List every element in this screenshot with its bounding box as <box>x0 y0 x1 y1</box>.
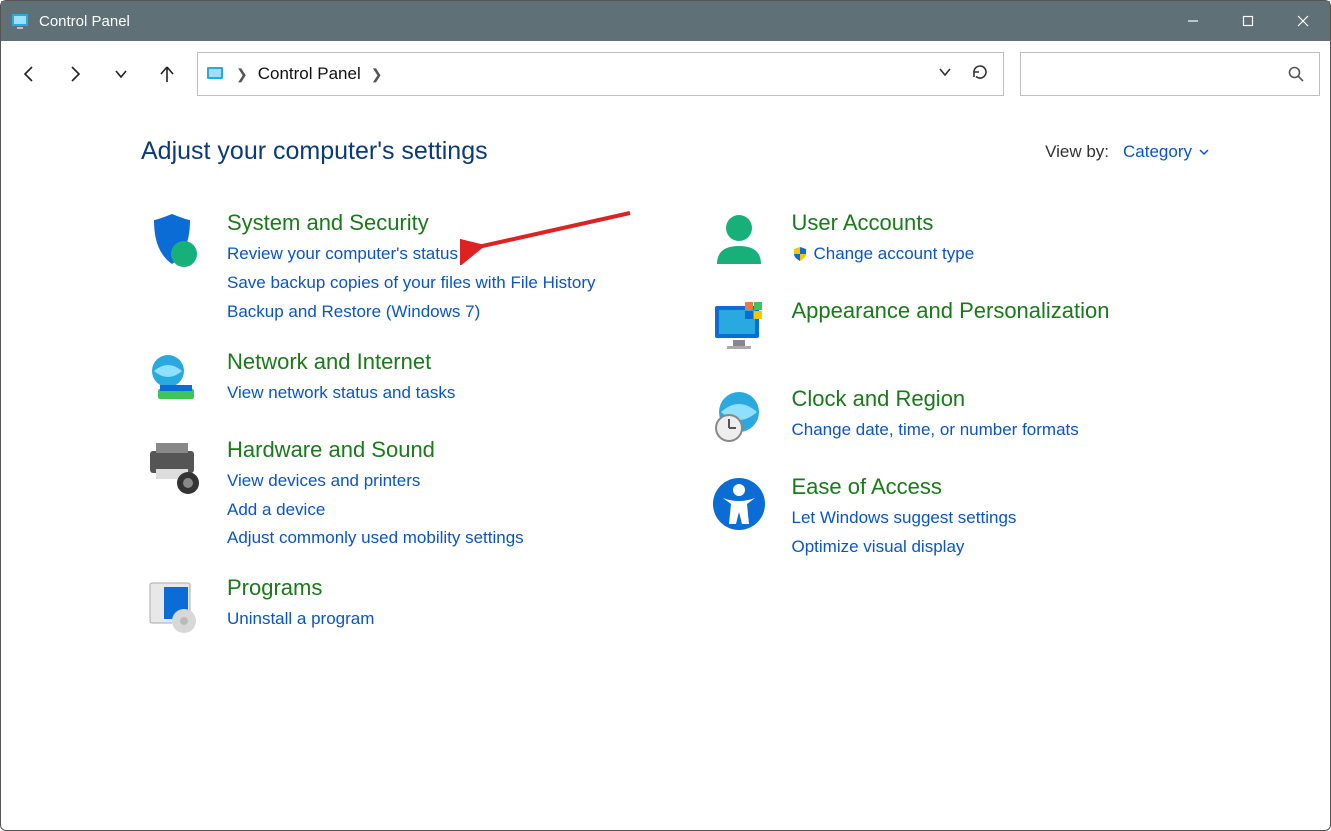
breadcrumb-root[interactable]: Control Panel <box>256 64 363 84</box>
window-controls <box>1165 1 1330 41</box>
category-title[interactable]: Programs <box>227 575 374 601</box>
globe-clock-icon <box>706 386 772 452</box>
content-area: Adjust your computer's settings View by:… <box>1 107 1330 663</box>
maximize-button[interactable] <box>1220 1 1275 41</box>
accessibility-icon <box>706 474 772 540</box>
shield-icon <box>141 210 207 276</box>
category-link[interactable]: Let Windows suggest settings <box>792 504 1017 533</box>
monitor-icon <box>706 298 772 364</box>
category-title[interactable]: System and Security <box>227 210 596 236</box>
category-link[interactable]: View network status and tasks <box>227 379 455 408</box>
control-panel-icon <box>11 12 29 30</box>
view-by-label: View by: <box>1045 142 1109 162</box>
printer-camera-icon <box>141 437 207 503</box>
category-link[interactable]: Review your computer's status <box>227 240 596 269</box>
search-box[interactable] <box>1020 52 1320 96</box>
left-column: System and Security Review your computer… <box>141 210 646 663</box>
window-title: Control Panel <box>39 13 130 30</box>
right-column: User Accounts Change account type <box>706 210 1211 663</box>
category-user-accounts: User Accounts Change account type <box>706 210 1211 276</box>
category-ease-of-access: Ease of Access Let Windows suggest setti… <box>706 474 1211 562</box>
minimize-button[interactable] <box>1165 1 1220 41</box>
category-link[interactable]: Save backup copies of your files with Fi… <box>227 269 596 298</box>
view-by-control: View by: Category <box>1045 142 1210 162</box>
category-system-security: System and Security Review your computer… <box>141 210 646 327</box>
chevron-down-icon <box>1198 146 1210 158</box>
category-title[interactable]: User Accounts <box>792 210 975 236</box>
address-history-button[interactable] <box>937 64 953 85</box>
navigation-row: ❯ Control Panel ❯ <box>1 41 1330 107</box>
chevron-right-icon[interactable]: ❯ <box>228 66 256 83</box>
page-heading: Adjust your computer's settings <box>141 137 488 166</box>
category-link[interactable]: Adjust commonly used mobility settings <box>227 524 524 553</box>
category-title[interactable]: Network and Internet <box>227 349 455 375</box>
back-button[interactable] <box>7 52 51 96</box>
globe-network-icon <box>141 349 207 415</box>
category-appearance-personalization: Appearance and Personalization <box>706 298 1211 364</box>
category-link[interactable]: Change account type <box>814 240 975 269</box>
category-hardware-sound: Hardware and Sound View devices and prin… <box>141 437 646 554</box>
view-by-value: Category <box>1123 142 1192 162</box>
category-title[interactable]: Appearance and Personalization <box>792 298 1110 324</box>
category-link[interactable]: Add a device <box>227 496 524 525</box>
programs-icon <box>141 575 207 641</box>
search-icon <box>1287 65 1305 83</box>
titlebar: Control Panel <box>1 1 1330 41</box>
close-button[interactable] <box>1275 1 1330 41</box>
category-programs: Programs Uninstall a program <box>141 575 646 641</box>
category-link[interactable]: Uninstall a program <box>227 605 374 634</box>
recent-locations-button[interactable] <box>99 52 143 96</box>
category-title[interactable]: Clock and Region <box>792 386 1079 412</box>
refresh-button[interactable] <box>971 63 989 86</box>
user-icon <box>706 210 772 276</box>
uac-shield-icon <box>792 246 808 262</box>
category-link[interactable]: View devices and printers <box>227 467 524 496</box>
category-link[interactable]: Optimize visual display <box>792 533 1017 562</box>
forward-button[interactable] <box>53 52 97 96</box>
category-link[interactable]: Change date, time, or number formats <box>792 416 1079 445</box>
view-by-dropdown[interactable]: Category <box>1123 142 1210 162</box>
category-title[interactable]: Hardware and Sound <box>227 437 524 463</box>
address-bar[interactable]: ❯ Control Panel ❯ <box>197 52 1004 96</box>
category-clock-region: Clock and Region Change date, time, or n… <box>706 386 1211 452</box>
breadcrumb-icon <box>206 65 224 83</box>
up-button[interactable] <box>145 52 189 96</box>
category-network-internet: Network and Internet View network status… <box>141 349 646 415</box>
category-title[interactable]: Ease of Access <box>792 474 1017 500</box>
category-link[interactable]: Backup and Restore (Windows 7) <box>227 298 596 327</box>
chevron-right-icon[interactable]: ❯ <box>363 66 391 83</box>
